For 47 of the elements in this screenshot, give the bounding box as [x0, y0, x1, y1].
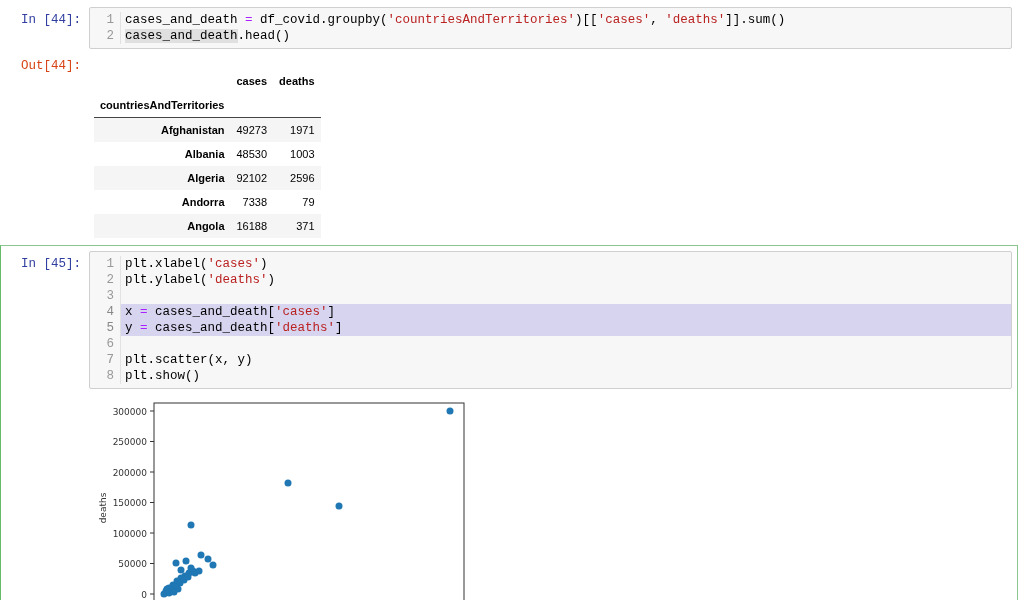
line-number: 3: [105, 288, 115, 304]
input-prompt: In [44]:: [20, 12, 82, 27]
line-number: 6: [105, 336, 115, 352]
table-cell: 371: [296, 220, 315, 232]
table-cell: 79: [302, 196, 315, 208]
code-editor[interactable]: 1 2 cases_and_death = df_covid.groupby('countriesAndTerritories')[['cases', 'deaths']].sum() cases_and_death.head(): [89, 7, 1012, 49]
table-cell: 92102: [236, 172, 268, 184]
code-line: cases_and_death = df_covid.groupby('countriesAndTerritories')[['cases', 'deaths']].sum(): [124, 12, 787, 28]
code-line: plt.xlabel('cases'): [124, 256, 269, 272]
line-number: 7: [105, 352, 115, 368]
line-number: 2: [105, 28, 115, 44]
y-tick-label: 200000: [112, 467, 147, 478]
table-cell: 49273: [236, 124, 268, 136]
code-line: plt.show(): [124, 368, 201, 384]
line-number: 8: [105, 368, 115, 384]
row-label: Angola: [187, 220, 225, 232]
table-cell: 16188: [236, 220, 268, 232]
line-number: 5: [105, 320, 115, 336]
row-label: Albania: [184, 148, 225, 160]
y-tick-label: 150000: [112, 498, 147, 508]
code-line: plt.ylabel('deaths'): [124, 272, 277, 288]
code-line: plt.scatter(x, y): [124, 352, 254, 368]
column-header: cases: [236, 75, 268, 87]
line-number: 4: [105, 304, 115, 320]
output-prompt: Out[44]:: [20, 59, 82, 73]
y-tick-label: 100000: [112, 528, 147, 539]
line-number: 1: [105, 12, 115, 28]
line-number: 2: [105, 272, 115, 288]
table-cell: 2596: [290, 172, 315, 184]
index-name: countriesAndTerritories: [100, 99, 225, 111]
table-cell: 48530: [236, 148, 268, 160]
code-editor[interactable]: 1 2 3 4 5 6 7 8 plt.xlabel('cases') plt.ylabel('deaths') x = cases_and_death['cases'] y = cases_and_death['deaths'] plt.scatter(x, y) plt.show(): [89, 251, 1012, 389]
y-axis-label: deaths: [98, 492, 108, 524]
y-tick-label: 300000: [112, 406, 147, 417]
row-label: Afghanistan: [160, 124, 225, 136]
table-cell: 1971: [290, 124, 315, 136]
column-header: deaths: [279, 75, 315, 87]
row-label: Algeria: [187, 172, 225, 184]
y-tick-label: 50000: [118, 559, 147, 569]
table-cell: 1003: [290, 148, 315, 160]
notebook-cell[interactable]: [0, 245, 1018, 600]
input-prompt: In [45]:: [20, 256, 82, 271]
table-cell: 7338: [242, 196, 268, 208]
row-label: Andorra: [181, 196, 225, 208]
line-number: 1: [105, 256, 115, 272]
y-tick-label: 0: [141, 589, 147, 600]
y-tick-label: 250000: [112, 437, 147, 447]
